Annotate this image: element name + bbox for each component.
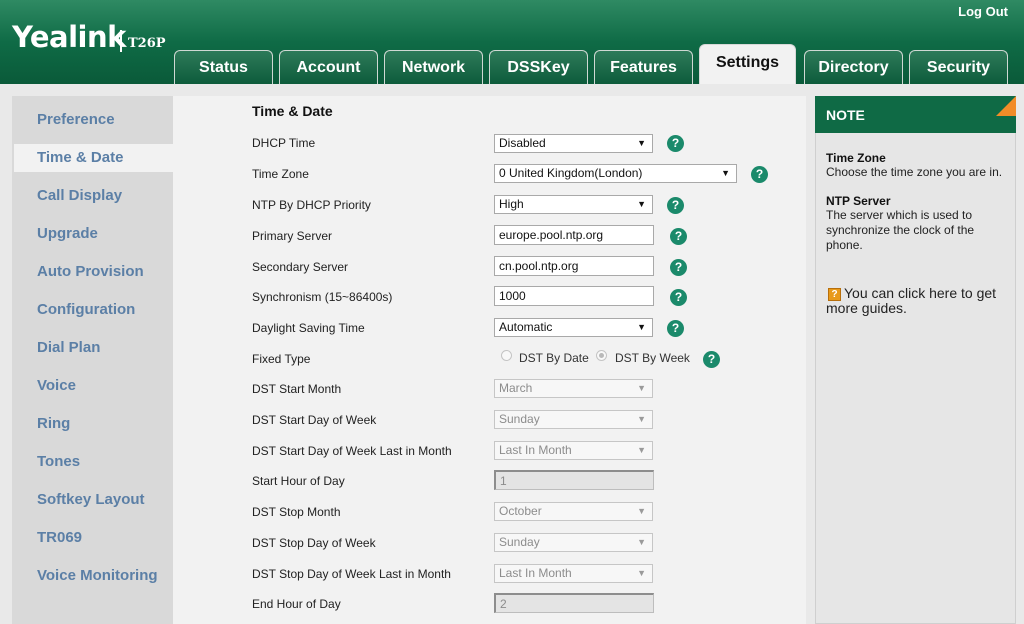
time-zone-label: Time Zone [252,167,309,181]
tab-status[interactable]: Status [174,50,273,84]
sidebar-item-time-date[interactable]: Time & Date [37,149,123,166]
fixed-type-label: Fixed Type [252,352,311,366]
stop-dow-select[interactable]: Sunday ▼ [494,533,653,552]
dst-help-icon[interactable]: ? [667,320,684,337]
primary-server-help-icon[interactable]: ? [670,228,687,245]
logo-separator [120,30,122,52]
guide-link[interactable]: You can click here to get more guides. [826,286,1006,316]
stop-last-label: DST Stop Day of Week Last in Month [252,567,451,581]
tab-account[interactable]: Account [279,50,378,84]
stop-month-label: DST Stop Month [252,505,341,519]
time-zone-select[interactable]: 0 United Kingdom(London) ▼ [494,164,737,183]
sidebar-item-upgrade[interactable]: Upgrade [37,225,98,242]
secondary-server-help-icon[interactable]: ? [670,259,687,276]
stop-last-select[interactable]: Last In Month ▼ [494,564,653,583]
dhcp-time-value: Disabled [499,136,546,150]
note-ntp-text: The server which is used to synchronize … [826,208,975,252]
primary-server-input[interactable]: europe.pool.ntp.org [494,225,654,245]
sidebar-item-call-display[interactable]: Call Display [37,187,122,204]
fixed-type-help-icon[interactable]: ? [703,351,720,368]
start-hour-input[interactable]: 1 [494,470,654,490]
sidebar-item-softkey-layout[interactable]: Softkey Layout [37,491,145,508]
primary-server-label: Primary Server [252,229,333,243]
dst-by-date-radio[interactable] [501,350,512,361]
start-last-label: DST Start Day of Week Last in Month [252,444,452,458]
dst-by-week-radio[interactable] [596,350,607,361]
note-time-zone-text: Choose the time zone you are in. [826,165,1003,179]
dropdown-arrow-icon: ▼ [721,168,730,178]
stop-month-value: October [499,504,542,518]
guide-book-icon: ? [828,288,841,301]
stop-dow-value: Sunday [499,535,540,549]
stop-dow-label: DST Stop Day of Week [252,536,376,550]
start-hour-label: Start Hour of Day [252,474,345,488]
model-label: T26P [128,36,166,51]
time-zone-help-icon[interactable]: ? [751,166,768,183]
secondary-server-input[interactable]: cn.pool.ntp.org [494,256,654,276]
ntp-priority-label: NTP By DHCP Priority [252,198,371,212]
dropdown-arrow-icon: ▼ [637,199,646,209]
dropdown-arrow-icon: ▼ [637,322,646,332]
dst-by-week-label: DST By Week [615,351,690,365]
end-hour-label: End Hour of Day [252,597,341,611]
dropdown-arrow-icon: ▼ [637,138,646,148]
synchronism-input[interactable]: 1000 [494,286,654,306]
start-month-value: March [499,381,533,395]
end-hour-input[interactable]: 2 [494,593,654,613]
dropdown-arrow-icon: ▼ [637,568,646,578]
stop-last-value: Last In Month [499,566,572,580]
start-month-select[interactable]: March ▼ [494,379,653,398]
start-dow-label: DST Start Day of Week [252,413,377,427]
secondary-server-label: Secondary Server [252,260,349,274]
note-ntp-heading: NTP Server [826,194,891,208]
sidebar-item-tr069[interactable]: TR069 [37,529,82,546]
note-time-zone-heading: Time Zone [826,151,886,165]
time-zone-value: 0 United Kingdom(London) [499,166,643,180]
tab-dsskey[interactable]: DSSKey [489,50,588,84]
synchronism-label: Synchronism (15~86400s) [252,290,393,304]
dropdown-arrow-icon: ▼ [637,537,646,547]
yealink-logo: Yealink [12,20,126,54]
stop-month-select[interactable]: October ▼ [494,502,653,521]
start-last-select[interactable]: Last In Month ▼ [494,441,653,460]
sidebar-item-tones[interactable]: Tones [37,453,80,470]
dst-label: Daylight Saving Time [252,321,365,335]
ntp-priority-select[interactable]: High ▼ [494,195,653,214]
dropdown-arrow-icon: ▼ [637,383,646,393]
tab-security[interactable]: Security [909,50,1008,84]
section-title: Time & Date [252,103,333,119]
dhcp-time-select[interactable]: Disabled ▼ [494,134,653,153]
tab-network[interactable]: Network [384,50,483,84]
dropdown-arrow-icon: ▼ [637,445,646,455]
ntp-priority-help-icon[interactable]: ? [667,197,684,214]
note-title: NOTE [826,107,865,123]
logout-link[interactable]: Log Out [958,4,1008,19]
sidebar-item-preference[interactable]: Preference [37,111,115,128]
dropdown-arrow-icon: ▼ [637,506,646,516]
sidebar-item-voice[interactable]: Voice [37,377,76,394]
start-month-label: DST Start Month [252,382,342,396]
sidebar-item-dial-plan[interactable]: Dial Plan [37,339,100,356]
dst-select[interactable]: Automatic ▼ [494,318,653,337]
note-corner-fold [996,96,1016,116]
sidebar-item-auto-provision[interactable]: Auto Provision [37,263,144,280]
ntp-priority-value: High [499,197,524,211]
dst-by-date-label: DST By Date [519,351,589,365]
synchronism-help-icon[interactable]: ? [670,289,687,306]
tab-settings[interactable]: Settings [699,44,796,84]
tab-features[interactable]: Features [594,50,693,84]
start-dow-select[interactable]: Sunday ▼ [494,410,653,429]
start-last-value: Last In Month [499,443,572,457]
dropdown-arrow-icon: ▼ [637,414,646,424]
dst-value: Automatic [499,320,553,334]
sidebar-item-ring[interactable]: Ring [37,415,70,432]
sidebar-item-voice-monitoring[interactable]: Voice Monitoring [37,567,158,584]
tab-directory[interactable]: Directory [804,50,903,84]
dhcp-time-help-icon[interactable]: ? [667,135,684,152]
sidebar-item-configuration[interactable]: Configuration [37,301,135,318]
start-dow-value: Sunday [499,412,540,426]
dhcp-time-label: DHCP Time [252,136,316,150]
